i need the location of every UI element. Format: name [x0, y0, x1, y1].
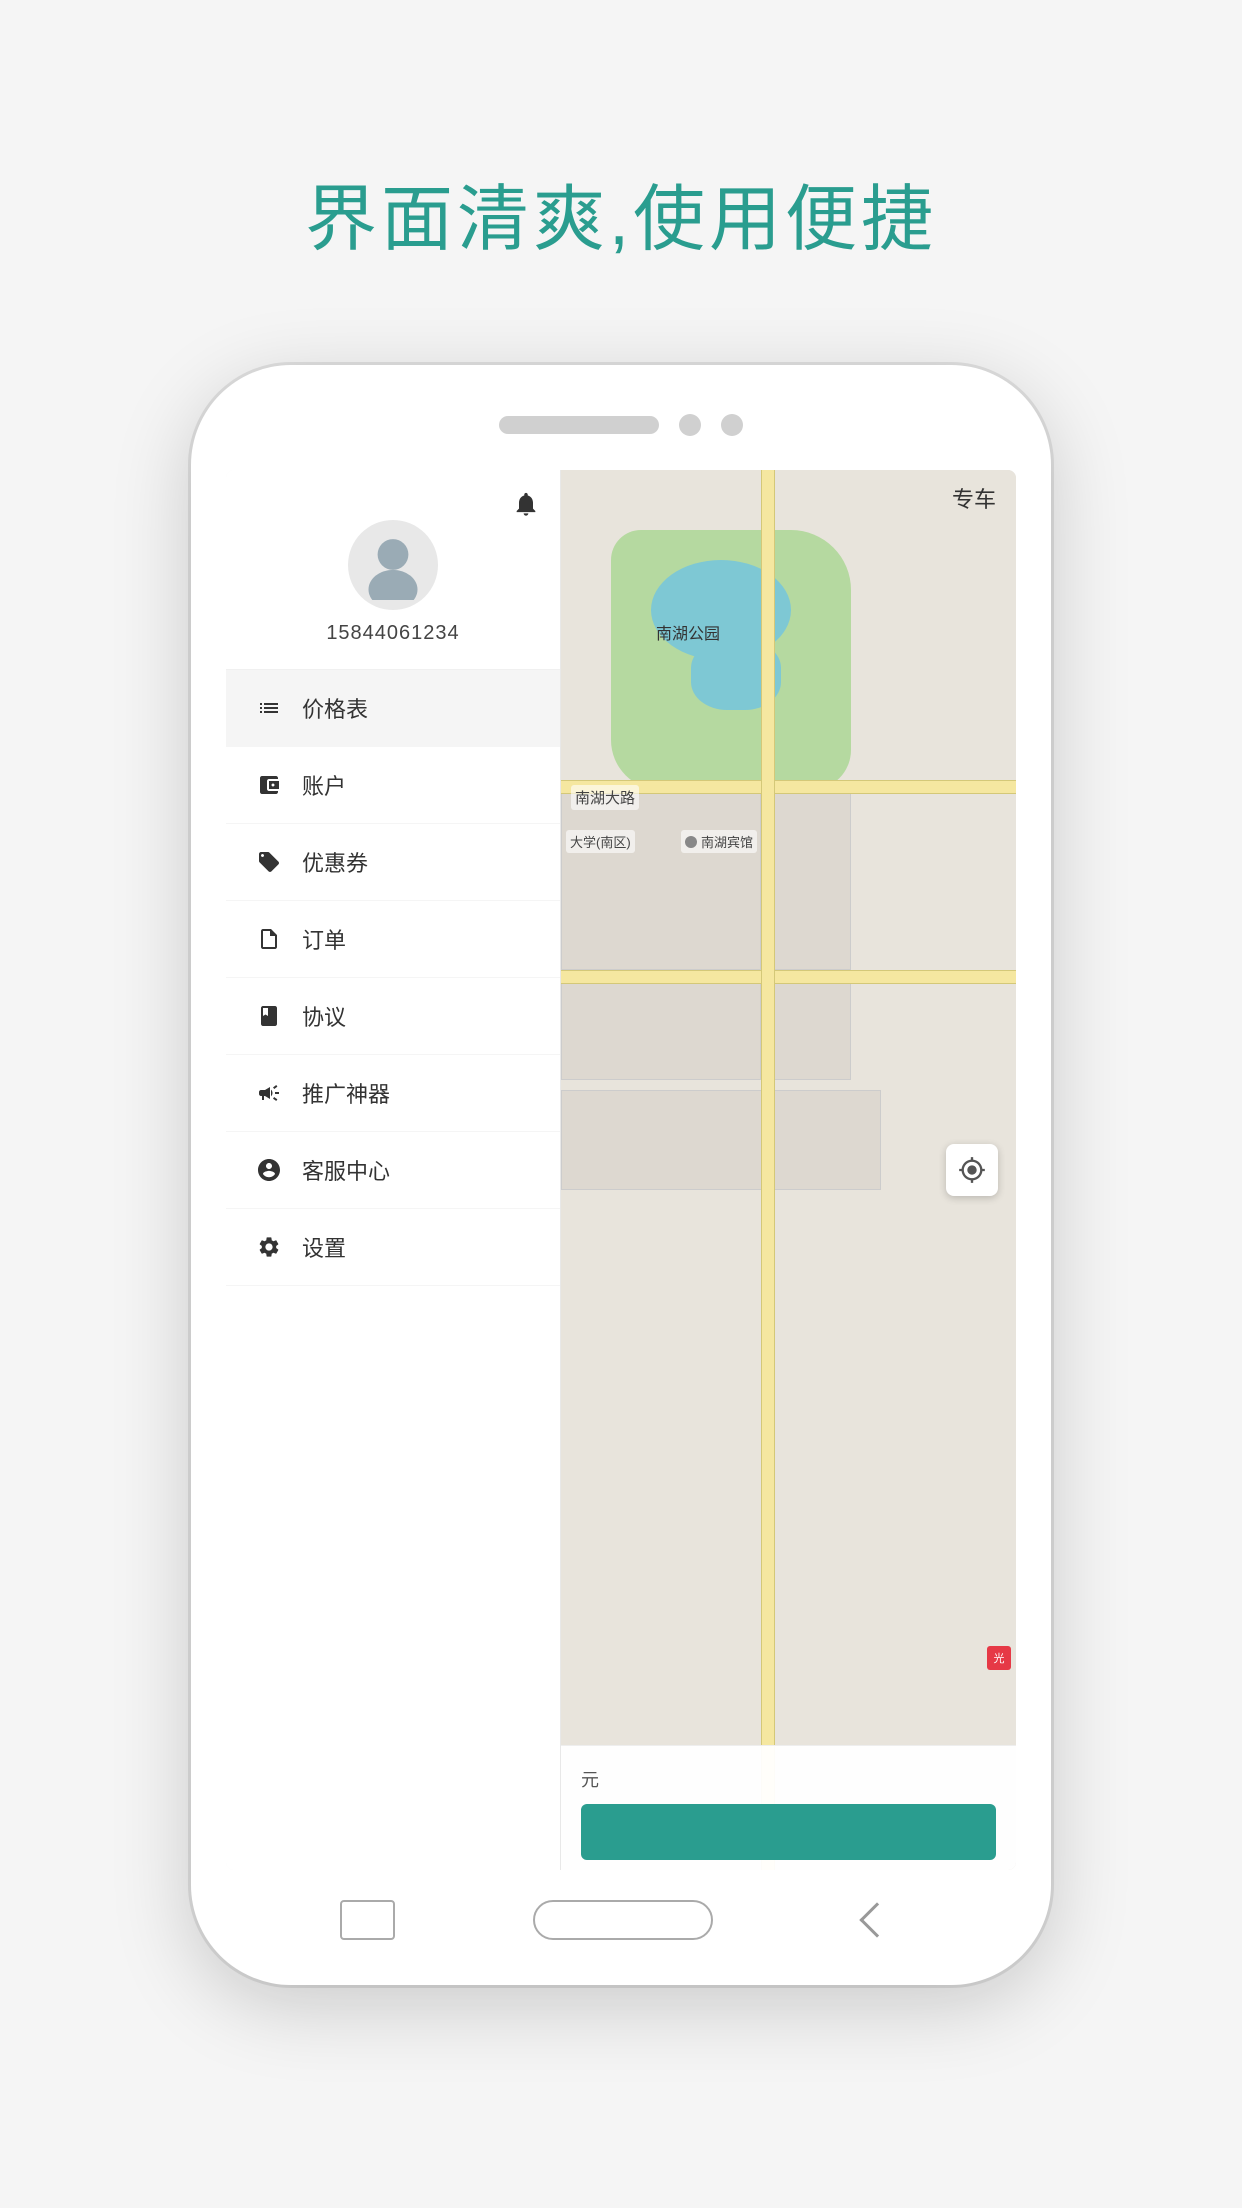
menu-list: 价格表 账户	[226, 670, 560, 1870]
menu-item-promotion[interactable]: 推广神器	[226, 1055, 560, 1132]
price-list-icon	[254, 693, 284, 723]
user-phone: 15844061234	[326, 622, 459, 645]
avatar[interactable]	[348, 520, 438, 610]
menu-label-account: 账户	[302, 769, 346, 801]
menu-item-coupon[interactable]: 优惠券	[226, 824, 560, 901]
map-block	[561, 1090, 881, 1190]
area-label: 大学(南区)	[566, 830, 635, 853]
bell-icon[interactable]	[512, 490, 540, 525]
map-block	[771, 980, 851, 1080]
sidebar-drawer: 15844061234 价格表	[226, 470, 561, 1870]
order-button[interactable]	[581, 1804, 996, 1860]
page-title: 界面清爽,使用便捷	[305, 160, 937, 265]
menu-item-price-list[interactable]: 价格表	[226, 670, 560, 747]
phone-nav-bar	[191, 1855, 1051, 1985]
sidebar-header: 15844061234	[226, 470, 560, 670]
menu-label-coupon: 优惠券	[302, 846, 368, 878]
recent-apps-button[interactable]	[340, 1900, 395, 1940]
phone-camera	[679, 414, 701, 436]
phone-top-bar	[191, 365, 1051, 485]
coupon-icon	[254, 847, 284, 877]
settings-icon	[254, 1232, 284, 1262]
promotion-icon	[254, 1078, 284, 1108]
building-icon: 光	[987, 1646, 1011, 1670]
menu-item-agreement[interactable]: 协议	[226, 978, 560, 1055]
menu-label-price-list: 价格表	[302, 692, 368, 724]
avatar-section: 15844061234	[246, 520, 540, 645]
phone-mockup: 15844061234 价格表	[191, 365, 1051, 1985]
road-label: 南湖大路	[571, 785, 639, 810]
road-horizontal-2	[561, 970, 1016, 984]
park-label: 南湖公园	[656, 620, 720, 644]
menu-item-orders[interactable]: 订单	[226, 901, 560, 978]
account-icon	[254, 770, 284, 800]
menu-label-orders: 订单	[302, 923, 346, 955]
menu-label-customer-service: 客服中心	[302, 1154, 390, 1186]
hotel-label: 南湖宾馆	[681, 830, 757, 853]
back-button[interactable]	[852, 1895, 902, 1945]
orders-icon	[254, 924, 284, 954]
phone-screen: 15844061234 价格表	[226, 470, 1016, 1870]
menu-label-agreement: 协议	[302, 1000, 346, 1032]
home-button[interactable]	[533, 1900, 713, 1940]
phone-shell: 15844061234 价格表	[191, 365, 1051, 1985]
phone-speaker	[499, 416, 659, 434]
customer-service-icon	[254, 1155, 284, 1185]
menu-label-settings: 设置	[302, 1231, 346, 1263]
map-bottom-panel: 元	[561, 1745, 1016, 1870]
menu-item-account[interactable]: 账户	[226, 747, 560, 824]
location-button[interactable]	[946, 1144, 998, 1196]
park-area: 南湖公园	[611, 530, 851, 790]
menu-item-customer-service[interactable]: 客服中心	[226, 1132, 560, 1209]
menu-label-promotion: 推广神器	[302, 1077, 390, 1109]
phone-camera2	[721, 414, 743, 436]
price-label: 元	[581, 1766, 996, 1792]
map-block	[561, 980, 761, 1080]
map-block	[771, 790, 851, 970]
agreement-icon	[254, 1001, 284, 1031]
taxi-type-label: 专车	[952, 482, 996, 514]
menu-item-settings[interactable]: 设置	[226, 1209, 560, 1286]
map-area: 专车 南湖公园 南湖大路 大学(南区)	[561, 470, 1016, 1870]
road-vertical	[761, 470, 775, 1870]
map-block	[561, 790, 761, 970]
